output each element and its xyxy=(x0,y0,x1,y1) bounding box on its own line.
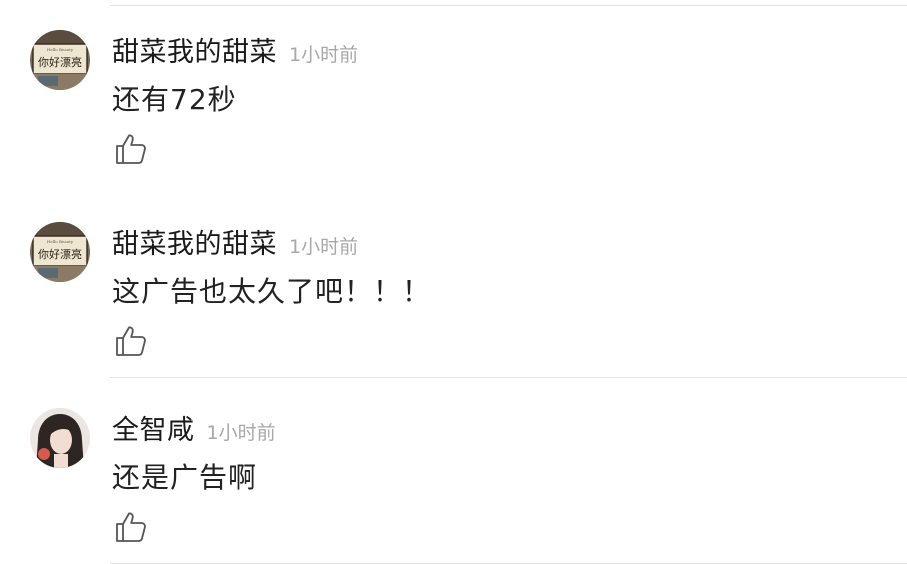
username[interactable]: 全智咸 xyxy=(112,408,195,447)
avatar-image: Hello Beauty 你好漂亮 xyxy=(30,222,90,282)
username[interactable]: 甜菜我的甜菜 xyxy=(112,30,277,69)
avatar[interactable]: Hello Beauty 你好漂亮 xyxy=(30,222,90,282)
avatar-image: Hello Beauty 你好漂亮 xyxy=(30,30,90,90)
thumbs-up-icon xyxy=(116,134,146,164)
comment-text: 还是广告啊 xyxy=(112,461,258,494)
svg-text:Hello Beauty: Hello Beauty xyxy=(47,239,74,244)
timestamp: 1小时前 xyxy=(289,236,359,258)
avatar[interactable]: Hello Beauty 你好漂亮 xyxy=(30,30,90,90)
username[interactable]: 甜菜我的甜菜 xyxy=(112,222,277,261)
comment-item: 全智咸 1小时前 还是广告啊 xyxy=(0,378,907,564)
like-button[interactable] xyxy=(114,132,148,166)
thumbs-up-icon xyxy=(116,512,146,542)
avatar[interactable] xyxy=(30,408,90,468)
svg-text:Hello Beauty: Hello Beauty xyxy=(47,47,74,52)
comment-header: 甜菜我的甜菜 1小时前 xyxy=(112,30,358,69)
avatar-image xyxy=(30,408,90,468)
timestamp: 1小时前 xyxy=(206,422,276,444)
like-button[interactable] xyxy=(114,324,148,358)
comment-header: 甜菜我的甜菜 1小时前 xyxy=(112,222,358,261)
like-button[interactable] xyxy=(114,510,148,544)
comment-text: 还有72秒 xyxy=(112,83,237,116)
comment-item: Hello Beauty 你好漂亮 甜菜我的甜菜 1小时前 这广告也太久了吧！！… xyxy=(0,192,907,378)
svg-text:你好漂亮: 你好漂亮 xyxy=(38,247,82,261)
comment-item: Hello Beauty 你好漂亮 甜菜我的甜菜 1小时前 还有72秒 xyxy=(0,0,907,186)
comment-text: 这广告也太久了吧！！！ xyxy=(112,275,432,308)
comment-header: 全智咸 1小时前 xyxy=(112,408,276,447)
timestamp: 1小时前 xyxy=(289,44,359,66)
thumbs-up-icon xyxy=(116,326,146,356)
svg-text:你好漂亮: 你好漂亮 xyxy=(38,55,82,69)
